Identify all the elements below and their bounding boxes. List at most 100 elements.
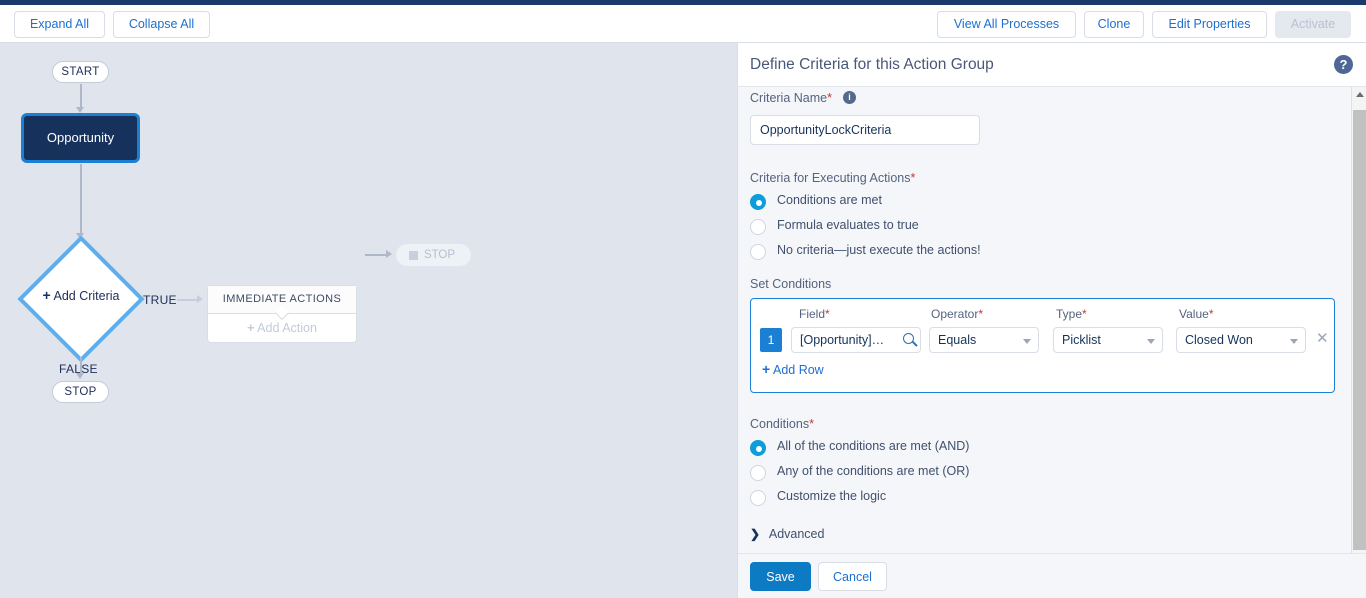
condition-operator-value: Equals [938, 333, 977, 347]
view-all-processes-button[interactable]: View All Processes [937, 11, 1076, 38]
radio-label: Customize the logic [777, 489, 887, 503]
activate-button: Activate [1275, 11, 1351, 38]
conditions-table: Field* Operator* Type* Value* 1 [Opportu… [750, 298, 1335, 393]
cancel-button[interactable]: Cancel [818, 562, 887, 591]
object-node-opportunity[interactable]: Opportunity [21, 113, 140, 163]
criteria-for-executing-label-text: Criteria for Executing Actions [750, 171, 911, 185]
condition-value-select[interactable]: Closed Won [1176, 327, 1306, 353]
plus-icon: + [42, 287, 51, 303]
advanced-label: Advanced [768, 527, 825, 541]
required-mark: * [1208, 307, 1214, 321]
add-criteria-node[interactable]: + Add Criteria [17, 235, 145, 363]
add-row-button[interactable]: + Add Row [762, 361, 824, 377]
info-icon[interactable]: i [843, 91, 856, 104]
radio-label: All of the conditions are met (AND) [777, 439, 970, 453]
radio-label: No criteria—just execute the actions! [777, 243, 981, 257]
condition-type-select[interactable]: Picklist [1053, 327, 1163, 353]
edit-properties-button[interactable]: Edit Properties [1152, 11, 1267, 38]
arrow-right-icon [197, 295, 203, 303]
condition-row-number: 1 [760, 328, 782, 352]
collapse-all-button[interactable]: Collapse All [113, 11, 210, 38]
panel-title: Define Criteria for this Action Group [750, 56, 994, 73]
clone-button[interactable]: Clone [1084, 11, 1144, 38]
set-conditions-label: Set Conditions [750, 277, 832, 291]
delete-row-icon[interactable]: ✕ [1316, 330, 1329, 348]
connector-criteria-to-actions [177, 299, 199, 301]
column-header-value-text: Value [1179, 307, 1209, 321]
radio-button-icon[interactable] [750, 194, 766, 210]
add-action-label: Add Action [257, 321, 317, 335]
condition-value-value: Closed Won [1185, 333, 1253, 347]
process-builder-screen: Expand All Collapse All View All Process… [0, 0, 1366, 598]
radio-label: Any of the conditions are met (OR) [777, 464, 970, 478]
column-header-value: Value* [1179, 307, 1213, 321]
column-header-field: Field* [799, 307, 830, 321]
add-criteria-label: + Add Criteria [7, 287, 155, 303]
arrow-right-icon [386, 250, 392, 258]
connector-object-to-criteria [80, 164, 82, 234]
connector-actions-to-stop [365, 254, 388, 256]
plus-icon: + [247, 321, 255, 335]
criteria-name-label-text: Criteria Name [750, 91, 828, 105]
required-mark: * [910, 171, 916, 185]
start-node: START [52, 61, 109, 83]
column-header-field-text: Field [799, 307, 826, 321]
criteria-panel-body: Criteria Name* i Criteria for Executing … [738, 87, 1352, 553]
criteria-for-executing-label: Criteria for Executing Actions* [750, 171, 915, 185]
scroll-up-arrow-icon[interactable] [1352, 87, 1366, 102]
condition-type-value: Picklist [1062, 333, 1101, 347]
criteria-panel: Define Criteria for this Action Group ? … [737, 43, 1366, 598]
add-criteria-text: Add Criteria [53, 289, 120, 303]
stop-node-after-actions: STOP [396, 244, 471, 266]
chevron-down-icon[interactable] [1023, 339, 1031, 344]
object-node-label: Opportunity [46, 130, 115, 145]
chevron-right-icon: ❯ [750, 527, 761, 541]
radio-button-icon[interactable] [750, 465, 766, 481]
advanced-section-toggle[interactable]: ❯ Advanced [750, 527, 824, 541]
search-icon[interactable] [903, 333, 914, 344]
radio-button-icon[interactable] [750, 219, 766, 235]
condition-field-input[interactable]: [Opportunity]… [791, 327, 921, 353]
immediate-actions-header: IMMEDIATE ACTIONS [208, 286, 356, 314]
criteria-panel-header: Define Criteria for this Action Group ? [738, 43, 1366, 87]
stop-square-icon [409, 251, 418, 260]
criteria-panel-footer: Save Cancel [738, 553, 1366, 598]
required-mark: * [827, 91, 832, 105]
condition-operator-select[interactable]: Equals [929, 327, 1039, 353]
conditions-label: Conditions* [750, 417, 814, 431]
add-row-label: Add Row [772, 363, 824, 377]
stop-node-label: STOP [423, 249, 456, 261]
arrow-down-icon [76, 373, 84, 379]
immediate-actions-group[interactable]: IMMEDIATE ACTIONS + Add Action [207, 285, 357, 343]
radio-button-icon[interactable] [750, 244, 766, 260]
scrollbar-thumb[interactable] [1353, 110, 1366, 550]
column-header-type-text: Type [1056, 307, 1083, 321]
process-canvas: START Opportunity + Add Criteria TRUE FA… [0, 43, 737, 598]
help-icon[interactable]: ? [1334, 55, 1353, 74]
chevron-down-icon[interactable] [1147, 339, 1155, 344]
chevron-down-icon[interactable] [1290, 339, 1298, 344]
stop-node-false-branch: STOP [52, 381, 109, 403]
condition-field-value: [Opportunity]… [800, 333, 885, 347]
criteria-name-input[interactable] [750, 115, 980, 145]
save-button[interactable]: Save [750, 562, 811, 591]
column-header-operator-text: Operator [931, 307, 979, 321]
top-toolbar: Expand All Collapse All View All Process… [0, 5, 1366, 43]
radio-label: Formula evaluates to true [777, 218, 919, 232]
column-header-type: Type* [1056, 307, 1087, 321]
required-mark: * [809, 417, 814, 431]
panel-scrollbar[interactable] [1351, 87, 1366, 598]
criteria-name-label: Criteria Name* [750, 91, 832, 105]
required-mark: * [978, 307, 984, 321]
branch-label-true: TRUE [143, 293, 177, 307]
required-mark: * [825, 307, 830, 321]
column-header-operator: Operator* [931, 307, 983, 321]
conditions-label-text: Conditions [750, 417, 810, 431]
plus-icon: + [762, 361, 771, 377]
radio-label: Conditions are met [777, 193, 882, 207]
connector-start-to-object [80, 84, 82, 108]
radio-button-icon[interactable] [750, 490, 766, 506]
required-mark: * [1082, 307, 1087, 321]
expand-all-button[interactable]: Expand All [14, 11, 105, 38]
radio-button-icon[interactable] [750, 440, 766, 456]
